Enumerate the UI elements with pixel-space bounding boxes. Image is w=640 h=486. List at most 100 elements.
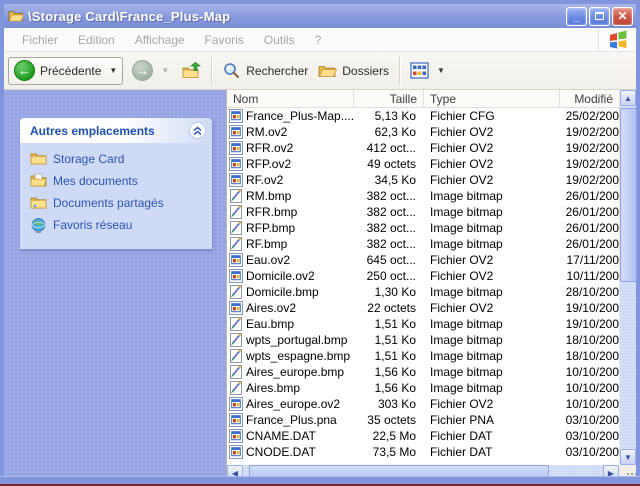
column-header-type[interactable]: Type bbox=[424, 90, 560, 108]
table-row[interactable]: wpts_portugal.bmp 1,51 Ko Image bitmap 1… bbox=[227, 332, 619, 348]
generic-file-icon bbox=[229, 125, 243, 139]
table-row[interactable]: Aires_europe.bmp 1,56 Ko Image bitmap 10… bbox=[227, 364, 619, 380]
file-size: 382 oct... bbox=[366, 237, 416, 251]
back-button[interactable]: ← Précédente ▼ bbox=[8, 56, 124, 85]
file-type: Image bitmap bbox=[430, 333, 503, 347]
folders-button[interactable]: Dossiers bbox=[313, 57, 394, 85]
file-size: 22,5 Mo bbox=[372, 429, 416, 443]
bitmap-image-icon bbox=[229, 285, 243, 299]
table-row[interactable]: RFR.bmp 382 oct... Image bitmap 26/01/20… bbox=[227, 204, 619, 220]
file-date: 10/10/200 bbox=[565, 365, 619, 379]
file-size: 1,56 Ko bbox=[374, 381, 416, 395]
bitmap-image-icon bbox=[229, 333, 243, 347]
sidebar-item-storage-card[interactable]: Storage Card bbox=[30, 151, 208, 166]
back-dropdown-caret[interactable]: ▼ bbox=[106, 66, 120, 75]
generic-file-icon bbox=[229, 253, 243, 267]
file-size: 645 oct... bbox=[366, 253, 416, 267]
vertical-scroll-thumb[interactable] bbox=[620, 108, 637, 282]
generic-file-icon bbox=[229, 301, 243, 315]
table-row[interactable]: Aires.bmp 1,56 Ko Image bitmap 10/10/200 bbox=[227, 380, 619, 396]
sidebar-item-favoris-réseau[interactable]: Favoris réseau bbox=[30, 217, 208, 233]
file-size: 303 Ko bbox=[377, 397, 416, 411]
window-title: \Storage Card\France_Plus-Map bbox=[28, 8, 231, 24]
file-size: 1,51 Ko bbox=[374, 349, 416, 363]
up-button[interactable] bbox=[177, 57, 206, 85]
maximize-button[interactable] bbox=[589, 6, 610, 26]
file-type: Fichier OV2 bbox=[430, 125, 494, 139]
network-icon bbox=[30, 217, 47, 233]
vertical-scrollbar[interactable]: ▲ ▼ bbox=[619, 90, 637, 465]
column-headers: Nom Taille Type Modifié bbox=[227, 90, 619, 108]
file-name: Aires_europe.ov2 bbox=[246, 397, 341, 411]
file-date: 26/01/200 bbox=[565, 205, 619, 219]
forward-icon: → bbox=[132, 60, 154, 81]
generic-file-icon bbox=[229, 445, 243, 459]
table-row[interactable]: France_Plus.pna 35 octets Fichier PNA 03… bbox=[227, 412, 619, 428]
table-row[interactable]: RF.ov2 34,5 Ko Fichier OV2 19/02/200 bbox=[227, 172, 619, 188]
file-name: Aires_europe.bmp bbox=[246, 365, 345, 379]
scroll-up-icon[interactable]: ▲ bbox=[620, 90, 636, 106]
column-header-size[interactable]: Taille bbox=[354, 90, 424, 108]
close-button[interactable]: ✕ bbox=[612, 6, 633, 26]
bitmap-image-icon bbox=[229, 221, 243, 235]
views-dropdown-caret[interactable]: ▼ bbox=[434, 66, 448, 75]
file-date: 26/01/200 bbox=[565, 221, 619, 235]
file-type: Image bitmap bbox=[430, 365, 503, 379]
table-row[interactable]: CNAME.DAT 22,5 Mo Fichier DAT 03/10/200 bbox=[227, 428, 619, 444]
table-row[interactable]: Eau.bmp 1,51 Ko Image bitmap 19/10/200 bbox=[227, 316, 619, 332]
folders-button-label: Dossiers bbox=[342, 63, 389, 78]
menubar: Fichier Edition Affichage Favoris Outils? bbox=[4, 28, 636, 52]
folder-icon bbox=[30, 151, 47, 166]
file-size: 22 octets bbox=[367, 301, 416, 315]
scroll-down-icon[interactable]: ▼ bbox=[620, 449, 636, 465]
table-row[interactable]: RF.bmp 382 oct... Image bitmap 26/01/200 bbox=[227, 236, 619, 252]
bitmap-image-icon bbox=[229, 365, 243, 379]
table-row[interactable]: RFP.bmp 382 oct... Image bitmap 26/01/20… bbox=[227, 220, 619, 236]
table-row[interactable]: Domicile.bmp 1,30 Ko Image bitmap 28/10/… bbox=[227, 284, 619, 300]
table-row[interactable]: Domicile.ov2 250 oct... Fichier OV2 10/1… bbox=[227, 268, 619, 284]
collapse-panel-button[interactable] bbox=[189, 122, 206, 139]
file-size: 1,56 Ko bbox=[374, 365, 416, 379]
file-name: wpts_portugal.bmp bbox=[246, 333, 348, 347]
file-name: Aires.ov2 bbox=[246, 301, 297, 315]
minimize-button[interactable]: _ bbox=[566, 6, 587, 26]
menu-item-edition[interactable]: Edition bbox=[68, 30, 125, 50]
sidebar-item-mes-documents[interactable]: Mes documents bbox=[30, 173, 208, 188]
views-button[interactable]: ▼ bbox=[405, 57, 453, 85]
menu-item-fichier[interactable]: Fichier bbox=[12, 30, 68, 50]
column-header-modified[interactable]: Modifié bbox=[560, 90, 619, 108]
generic-file-icon bbox=[229, 413, 243, 427]
table-row[interactable]: France_Plus-Map.... 5,13 Ko Fichier CFG … bbox=[227, 108, 619, 124]
table-row[interactable]: RFP.ov2 49 octets Fichier OV2 19/02/200 bbox=[227, 156, 619, 172]
table-row[interactable]: CNODE.DAT 73,5 Mo Fichier DAT 03/10/200 bbox=[227, 444, 619, 460]
column-header-name[interactable]: Nom bbox=[227, 90, 354, 108]
menu-item-favoris[interactable]: Favoris bbox=[195, 30, 254, 50]
open-folder-icon bbox=[8, 11, 24, 22]
file-name: RFP.ov2 bbox=[246, 157, 292, 171]
forward-button[interactable]: → ▼ bbox=[127, 57, 177, 85]
file-name: Eau.bmp bbox=[246, 317, 295, 331]
menu-item-[interactable]: ? bbox=[305, 30, 332, 50]
titlebar: \Storage Card\France_Plus-Map _ ✕ bbox=[4, 4, 636, 28]
menu-item-outils[interactable]: Outils bbox=[254, 30, 305, 50]
other-places-header[interactable]: Autres emplacements bbox=[20, 118, 212, 143]
menu-item-affichage[interactable]: Affichage bbox=[125, 30, 195, 50]
table-row[interactable]: RM.bmp 382 oct... Image bitmap 26/01/200 bbox=[227, 188, 619, 204]
other-places-panel: Autres emplacements Storage Card Mes doc… bbox=[20, 118, 212, 249]
explorer-window: \Storage Card\France_Plus-Map _ ✕ Fichie… bbox=[0, 0, 640, 486]
table-row[interactable]: RFR.ov2 412 oct... Fichier OV2 19/02/200 bbox=[227, 140, 619, 156]
table-row[interactable]: Aires.ov2 22 octets Fichier OV2 19/10/20… bbox=[227, 300, 619, 316]
search-button-label: Rechercher bbox=[246, 63, 309, 78]
table-row[interactable]: wpts_espagne.bmp 1,51 Ko Image bitmap 18… bbox=[227, 348, 619, 364]
file-name: RFP.bmp bbox=[246, 221, 296, 235]
file-type: Fichier PNA bbox=[430, 413, 495, 427]
table-row[interactable]: Aires_europe.ov2 303 Ko Fichier OV2 10/1… bbox=[227, 396, 619, 412]
toolbar: ← Précédente ▼ → ▼ Rechercher Dossiers ▼ bbox=[4, 52, 636, 90]
table-row[interactable]: Eau.ov2 645 oct... Fichier OV2 17/11/200 bbox=[227, 252, 619, 268]
back-icon: ← bbox=[14, 60, 35, 81]
search-button[interactable]: Rechercher bbox=[217, 57, 313, 85]
file-size: 73,5 Mo bbox=[372, 445, 416, 459]
table-row[interactable]: RM.ov2 62,3 Ko Fichier OV2 19/02/200 bbox=[227, 124, 619, 140]
sidebar-item-documents-partagés[interactable]: Documents partagés bbox=[30, 195, 208, 210]
other-places-title: Autres emplacements bbox=[30, 123, 155, 138]
